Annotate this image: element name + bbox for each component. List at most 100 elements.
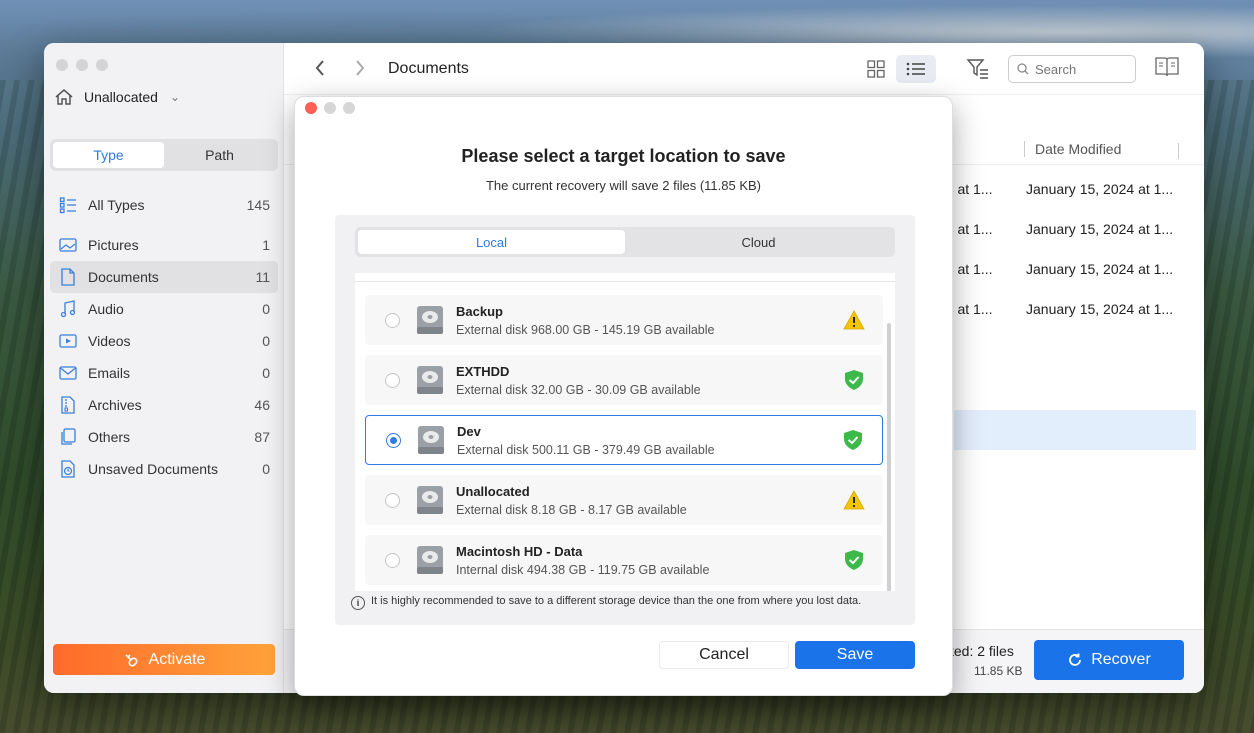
disk-item-unallocated[interactable]: Unallocated External disk 8.18 GB - 8.17… bbox=[365, 475, 883, 525]
type-label: Archives bbox=[88, 397, 142, 413]
tab-cloud[interactable]: Cloud bbox=[625, 230, 892, 254]
grid-view-icon[interactable] bbox=[864, 55, 888, 83]
dialog-zoom-button[interactable] bbox=[343, 102, 355, 114]
type-label: Pictures bbox=[88, 237, 139, 253]
type-count: 0 bbox=[262, 301, 270, 317]
type-count: 0 bbox=[262, 365, 270, 381]
type-item-all-types[interactable]: All Types 145 bbox=[50, 189, 278, 221]
search-icon bbox=[1017, 63, 1029, 75]
tab-path[interactable]: Path bbox=[164, 142, 275, 168]
type-label: Others bbox=[88, 429, 131, 445]
location-tabs: Local Cloud bbox=[355, 227, 895, 257]
disk-item-backup[interactable]: Backup External disk 968.00 GB - 145.19 … bbox=[365, 295, 883, 345]
type-item-archives[interactable]: Archives 46 bbox=[50, 389, 278, 421]
disk-radio[interactable] bbox=[385, 492, 400, 508]
hard-drive-icon bbox=[417, 306, 443, 334]
activate-label: Activate bbox=[148, 650, 206, 668]
recover-label: Recover bbox=[1091, 651, 1151, 668]
warning-icon bbox=[843, 490, 865, 510]
type-label: Videos bbox=[88, 333, 131, 349]
forward-arrow-icon[interactable] bbox=[354, 59, 366, 83]
list-icon bbox=[58, 195, 78, 215]
info-icon: i bbox=[351, 596, 365, 610]
music-note-icon bbox=[58, 299, 78, 319]
disk-item-exthdd[interactable]: EXTHDD External disk 32.00 GB - 30.09 GB… bbox=[365, 355, 883, 405]
tab-local[interactable]: Local bbox=[358, 230, 625, 254]
disk-list-scrollbar[interactable] bbox=[887, 323, 891, 591]
type-list: All Types 145 Pictures 1 Documents 11 Au… bbox=[50, 189, 278, 485]
document-icon bbox=[58, 267, 78, 287]
disk-radio[interactable] bbox=[385, 552, 400, 568]
envelope-icon bbox=[58, 363, 78, 383]
type-item-others[interactable]: Others 87 bbox=[50, 421, 278, 453]
disk-name: Dev bbox=[457, 423, 481, 439]
date-modified-header[interactable]: Date Modified bbox=[1024, 141, 1121, 157]
disk-name: EXTHDD bbox=[456, 363, 510, 379]
search-input[interactable] bbox=[1035, 61, 1125, 77]
disk-list: Backup External disk 968.00 GB - 145.19 … bbox=[355, 273, 895, 591]
hard-drive-icon bbox=[417, 546, 443, 574]
disk-info: External disk 8.18 GB - 8.17 GB availabl… bbox=[456, 502, 687, 517]
save-location-dialog: Please select a target location to save … bbox=[294, 96, 953, 696]
shield-check-icon bbox=[844, 430, 862, 450]
hard-drive-icon bbox=[418, 426, 444, 454]
recommendation-note: i It is highly recommended to save to a … bbox=[351, 595, 871, 610]
type-item-documents[interactable]: Documents 11 bbox=[50, 261, 278, 293]
dialog-title: Please select a target location to save bbox=[461, 146, 786, 166]
disk-name: Backup bbox=[456, 303, 503, 319]
tab-type[interactable]: Type bbox=[53, 142, 164, 168]
back-arrow-icon[interactable] bbox=[314, 59, 326, 83]
zoom-window-button[interactable] bbox=[96, 59, 108, 71]
sidebar: Unallocated ⌄ Type Path All Types 145 Pi… bbox=[44, 43, 284, 693]
filter-icon[interactable] bbox=[966, 57, 990, 81]
disk-info: External disk 968.00 GB - 145.19 GB avai… bbox=[456, 322, 715, 337]
home-icon bbox=[55, 89, 73, 105]
type-count: 11 bbox=[255, 269, 270, 285]
type-count: 46 bbox=[254, 397, 270, 413]
activate-button[interactable]: Activate bbox=[53, 644, 275, 675]
selected-table-row[interactable] bbox=[954, 410, 1196, 450]
table-cell: January 15, 2024 at 1... bbox=[1026, 261, 1174, 277]
type-item-videos[interactable]: Videos 0 bbox=[50, 325, 278, 357]
type-item-pictures[interactable]: Pictures 1 bbox=[50, 229, 278, 261]
clock-document-icon bbox=[58, 459, 78, 479]
type-item-emails[interactable]: Emails 0 bbox=[50, 357, 278, 389]
key-icon bbox=[124, 653, 137, 666]
dialog-close-button[interactable] bbox=[305, 102, 317, 114]
list-view-icon[interactable] bbox=[896, 55, 936, 83]
disk-radio[interactable] bbox=[385, 372, 400, 388]
cancel-button[interactable]: Cancel bbox=[659, 641, 789, 669]
type-label: Unsaved Documents bbox=[88, 461, 218, 477]
disk-radio[interactable] bbox=[385, 312, 400, 328]
type-label: All Types bbox=[88, 197, 145, 213]
dialog-minimize-button[interactable] bbox=[324, 102, 336, 114]
dialog-subtitle: The current recovery will save 2 files (… bbox=[485, 178, 762, 193]
disk-radio-selected[interactable] bbox=[386, 432, 401, 448]
close-window-button[interactable] bbox=[56, 59, 68, 71]
save-button[interactable]: Save bbox=[795, 641, 915, 669]
disk-item-dev[interactable]: Dev External disk 500.11 GB - 379.49 GB … bbox=[365, 415, 883, 465]
disk-name: Macintosh HD - Data bbox=[456, 543, 583, 559]
book-icon[interactable] bbox=[1154, 55, 1180, 81]
video-icon bbox=[58, 331, 78, 351]
type-item-audio[interactable]: Audio 0 bbox=[50, 293, 278, 325]
location-selector[interactable]: Unallocated ⌄ bbox=[54, 87, 180, 107]
table-cell: January 15, 2024 at 1... bbox=[1026, 301, 1174, 317]
location-label: Unallocated bbox=[84, 89, 158, 105]
shield-check-icon bbox=[845, 550, 863, 570]
type-count: 87 bbox=[254, 429, 270, 445]
chevron-down-icon: ⌄ bbox=[169, 90, 180, 104]
sidebar-view-tabs: Type Path bbox=[50, 139, 278, 171]
hard-drive-icon bbox=[417, 486, 443, 514]
location-panel: Local Cloud Backup External disk 968.00 … bbox=[335, 215, 915, 625]
hard-drive-icon bbox=[417, 366, 443, 394]
disk-item-macintosh-hd-data[interactable]: Macintosh HD - Data Internal disk 494.38… bbox=[365, 535, 883, 585]
picture-icon bbox=[58, 235, 78, 255]
minimize-window-button[interactable] bbox=[76, 59, 88, 71]
search-field[interactable] bbox=[1008, 55, 1136, 83]
recover-button[interactable]: Recover bbox=[1034, 640, 1184, 680]
dialog-window-controls bbox=[305, 102, 355, 114]
disk-info: Internal disk 494.38 GB - 119.75 GB avai… bbox=[456, 562, 710, 577]
disk-info: External disk 500.11 GB - 379.49 GB avai… bbox=[457, 442, 715, 457]
type-item-unsaved-documents[interactable]: Unsaved Documents 0 bbox=[50, 453, 278, 485]
